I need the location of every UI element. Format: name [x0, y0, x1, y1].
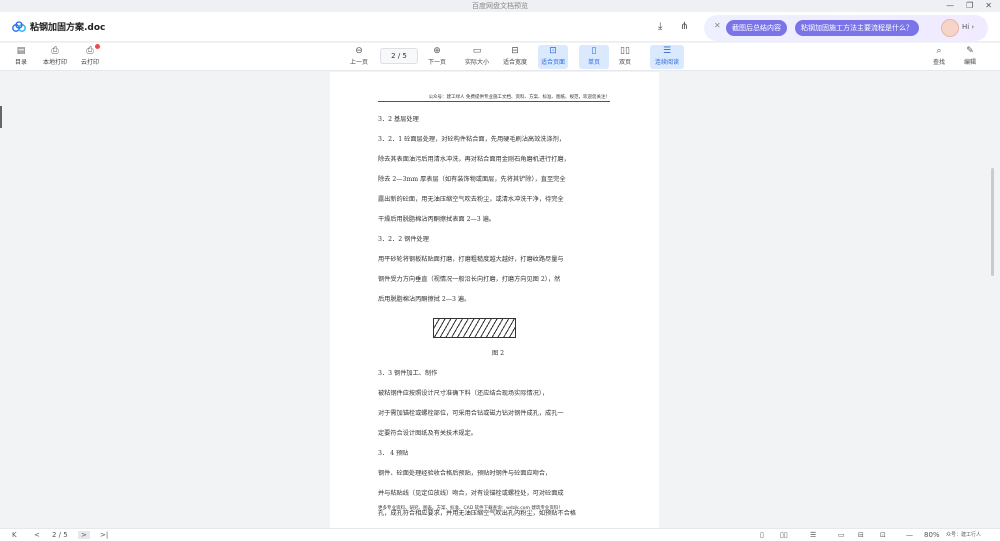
close-icon[interactable]: ✕: [985, 0, 992, 12]
text-line: 后用脱脂棉沾丙酮擦拭 2—3 遍。: [378, 296, 471, 303]
last-page-button[interactable]: >|: [100, 531, 108, 539]
text-line: 3．2 基层处理: [378, 116, 419, 123]
assistant-greeting[interactable]: Hi ›: [962, 23, 974, 31]
zoom-out-button[interactable]: —: [906, 531, 913, 539]
document-page: 公众号：建工绿人 免费提供专业施工文档、资料、方案、标准、图纸、规范，欢迎您关注…: [330, 72, 659, 528]
catalog-icon: ▤: [16, 46, 26, 56]
baidu-netdisk-logo-icon: [12, 21, 26, 32]
first-page-button[interactable]: K: [12, 531, 17, 539]
fit-page-icon: ⊡: [549, 46, 557, 56]
page-number-input[interactable]: 2 / 5: [380, 48, 418, 64]
zoom-level: 80%: [924, 531, 940, 539]
arrow-left-circle-icon: ⊖: [355, 46, 363, 56]
pencil-icon: ✎: [966, 46, 974, 56]
text-line: 用平砂轮将钢板粘贴面打磨，打磨粗糙度越大越好，打磨纹路尽量与: [378, 256, 564, 263]
double-page-icon: ▯▯: [620, 46, 630, 56]
text-line: 钢件、砼面处理经验收合格后预贴，预贴时钢件与砼面应吻合，: [378, 470, 552, 477]
watermark-text: 众号：建工行人: [946, 532, 982, 538]
bottom-status-bar: K < 2 / 5 > >| ▯ ▯▯ ☰ ▭ ⊟ ⊡ — 80% 众号：建工行…: [0, 528, 1000, 541]
text-line: 3． 4 预贴: [378, 450, 409, 457]
restore-icon[interactable]: ❐: [966, 0, 973, 12]
prev-page-small-button[interactable]: <: [34, 531, 40, 539]
text-line: 3．2．2 钢件处理: [378, 236, 429, 243]
cloud-print-button[interactable]: ⎙ 云打印: [75, 45, 105, 69]
continuous-icon: ☰: [662, 46, 672, 56]
double-view-icon[interactable]: ▯▯: [780, 531, 788, 539]
text-line: 钢件受力方向垂直（视情况一般沿长向打磨，打磨方向见图 2），然: [378, 276, 561, 283]
page-footer: 更多专业资料、研究、图表、方案、标准、CAD 软件下载查询：wdzjk.com …: [378, 506, 563, 511]
download-icon[interactable]: ⤓: [658, 21, 662, 32]
ai-close-icon[interactable]: ✕: [714, 21, 721, 30]
printer-icon: ⎙: [51, 46, 59, 56]
actual-size-button[interactable]: ▭ 实际大小: [462, 45, 492, 69]
single-page-icon: ▯: [591, 46, 597, 56]
page-body: 3．2 基层处理 3．2．1 砼面层处理，对砼构件粘合面，先用硬毛刷沾高效洗涤剂…: [378, 110, 618, 524]
text-line: 被粘钢件应按照设计尺寸准确下料（还应结合现场实际情况），: [378, 390, 549, 397]
text-line: 定要符合设计图纸及有关技术规定。: [378, 430, 477, 437]
text-line: 除去其表面油污后用清水冲洗，再对粘合面用金刚石角磨机进行打磨，: [378, 156, 570, 163]
page-header: 公众号：建工绿人 免费提供专业施工文档、资料、方案、标准、图纸、规范，欢迎您关注…: [378, 94, 610, 102]
text-line: 露出新的砼面，用无油压缩空气吹去粉尘，或清水冲洗干净，待完全: [378, 196, 564, 203]
text-line: 3．2．1 砼面层处理，对砼构件粘合面，先用硬毛刷沾高效洗涤剂，: [378, 136, 566, 143]
find-button[interactable]: ⌕ 查找: [924, 45, 954, 69]
single-page-button[interactable]: ▯ 单页: [579, 45, 609, 69]
text-line: 干燥后用脱脂棉沾丙酮擦拭表面 2—3 遍。: [378, 216, 495, 223]
catalog-button[interactable]: ▤ 目录: [6, 45, 36, 69]
vertical-scrollbar[interactable]: [991, 168, 994, 276]
text-line: 3．3 钢件加工、制作: [378, 370, 438, 377]
fit-width-button[interactable]: ⊟ 适合宽度: [500, 45, 530, 69]
ai-suggestion-summarize[interactable]: 截图后总结内容: [726, 20, 787, 36]
hatched-steel-figure: [433, 318, 516, 338]
actual-size-small-icon[interactable]: ▭: [838, 531, 845, 539]
scroll-view-icon[interactable]: ☰: [810, 531, 816, 539]
share-icon[interactable]: ⋔: [680, 21, 688, 32]
minimize-icon[interactable]: —: [946, 0, 954, 12]
next-page-button[interactable]: ⊕ 下一页: [422, 45, 452, 69]
fit-page-small-icon[interactable]: ⊡: [880, 531, 886, 539]
text-line: 并与粘贴线（见定位放线）吻合，对有设锚栓或螺栓处，可对砼面成: [378, 490, 564, 497]
fit-width-small-icon[interactable]: ⊟: [858, 531, 864, 539]
double-page-button[interactable]: ▯▯ 双页: [610, 45, 640, 69]
edit-button[interactable]: ✎ 编辑: [955, 45, 985, 69]
figure-caption: 图 2: [491, 350, 505, 357]
cloud-printer-icon: ⎙: [86, 46, 94, 56]
text-line: 除去 2—3mm 厚表层（如有装饰物或面层，先将其铲除），直至完全: [378, 176, 566, 183]
continuous-read-button[interactable]: ☰ 连续阅读: [650, 45, 684, 69]
fit-width-icon: ⊟: [511, 46, 519, 56]
search-icon: ⌕: [936, 46, 942, 56]
arrow-right-circle-icon: ⊕: [433, 46, 441, 56]
window-title: 百度网盘文档预览: [472, 2, 528, 10]
viewer-toolbar: ▤ 目录 ⎙ 本地打印 ⎙ 云打印 ⊖ 上一页 ⊕ 下一页 ▭ 实际大小 ⊟ 适合宽度 ⊡ 适合…: [0, 43, 1000, 71]
bottom-page-indicator: 2 / 5: [52, 531, 68, 539]
text-line: 对于需加锚栓或螺栓部位，可采用合钻或磁力钻对钢件成孔，成孔一: [378, 410, 564, 417]
actual-size-icon: ▭: [472, 46, 482, 56]
ai-assistant-bar: ✕ 截图后总结内容 粘钢加固施工方法主要流程是什么？ Hi ›: [704, 15, 988, 41]
assistant-avatar[interactable]: [941, 19, 959, 37]
single-view-icon[interactable]: ▯: [760, 531, 764, 539]
file-name: 粘钢加固方案.doc: [30, 23, 106, 33]
prev-page-button[interactable]: ⊖ 上一页: [344, 45, 374, 69]
fit-page-button[interactable]: ⊡ 适合页面: [538, 45, 568, 69]
ai-suggestion-question[interactable]: 粘钢加固施工方法主要流程是什么？: [795, 20, 919, 36]
notification-dot: [95, 44, 100, 49]
window-titlebar: 百度网盘文档预览 — ❐ ✕: [0, 0, 1000, 12]
sidebar-handle[interactable]: [0, 106, 2, 128]
local-print-button[interactable]: ⎙ 本地打印: [40, 45, 70, 69]
next-page-small-button[interactable]: >: [78, 531, 90, 539]
